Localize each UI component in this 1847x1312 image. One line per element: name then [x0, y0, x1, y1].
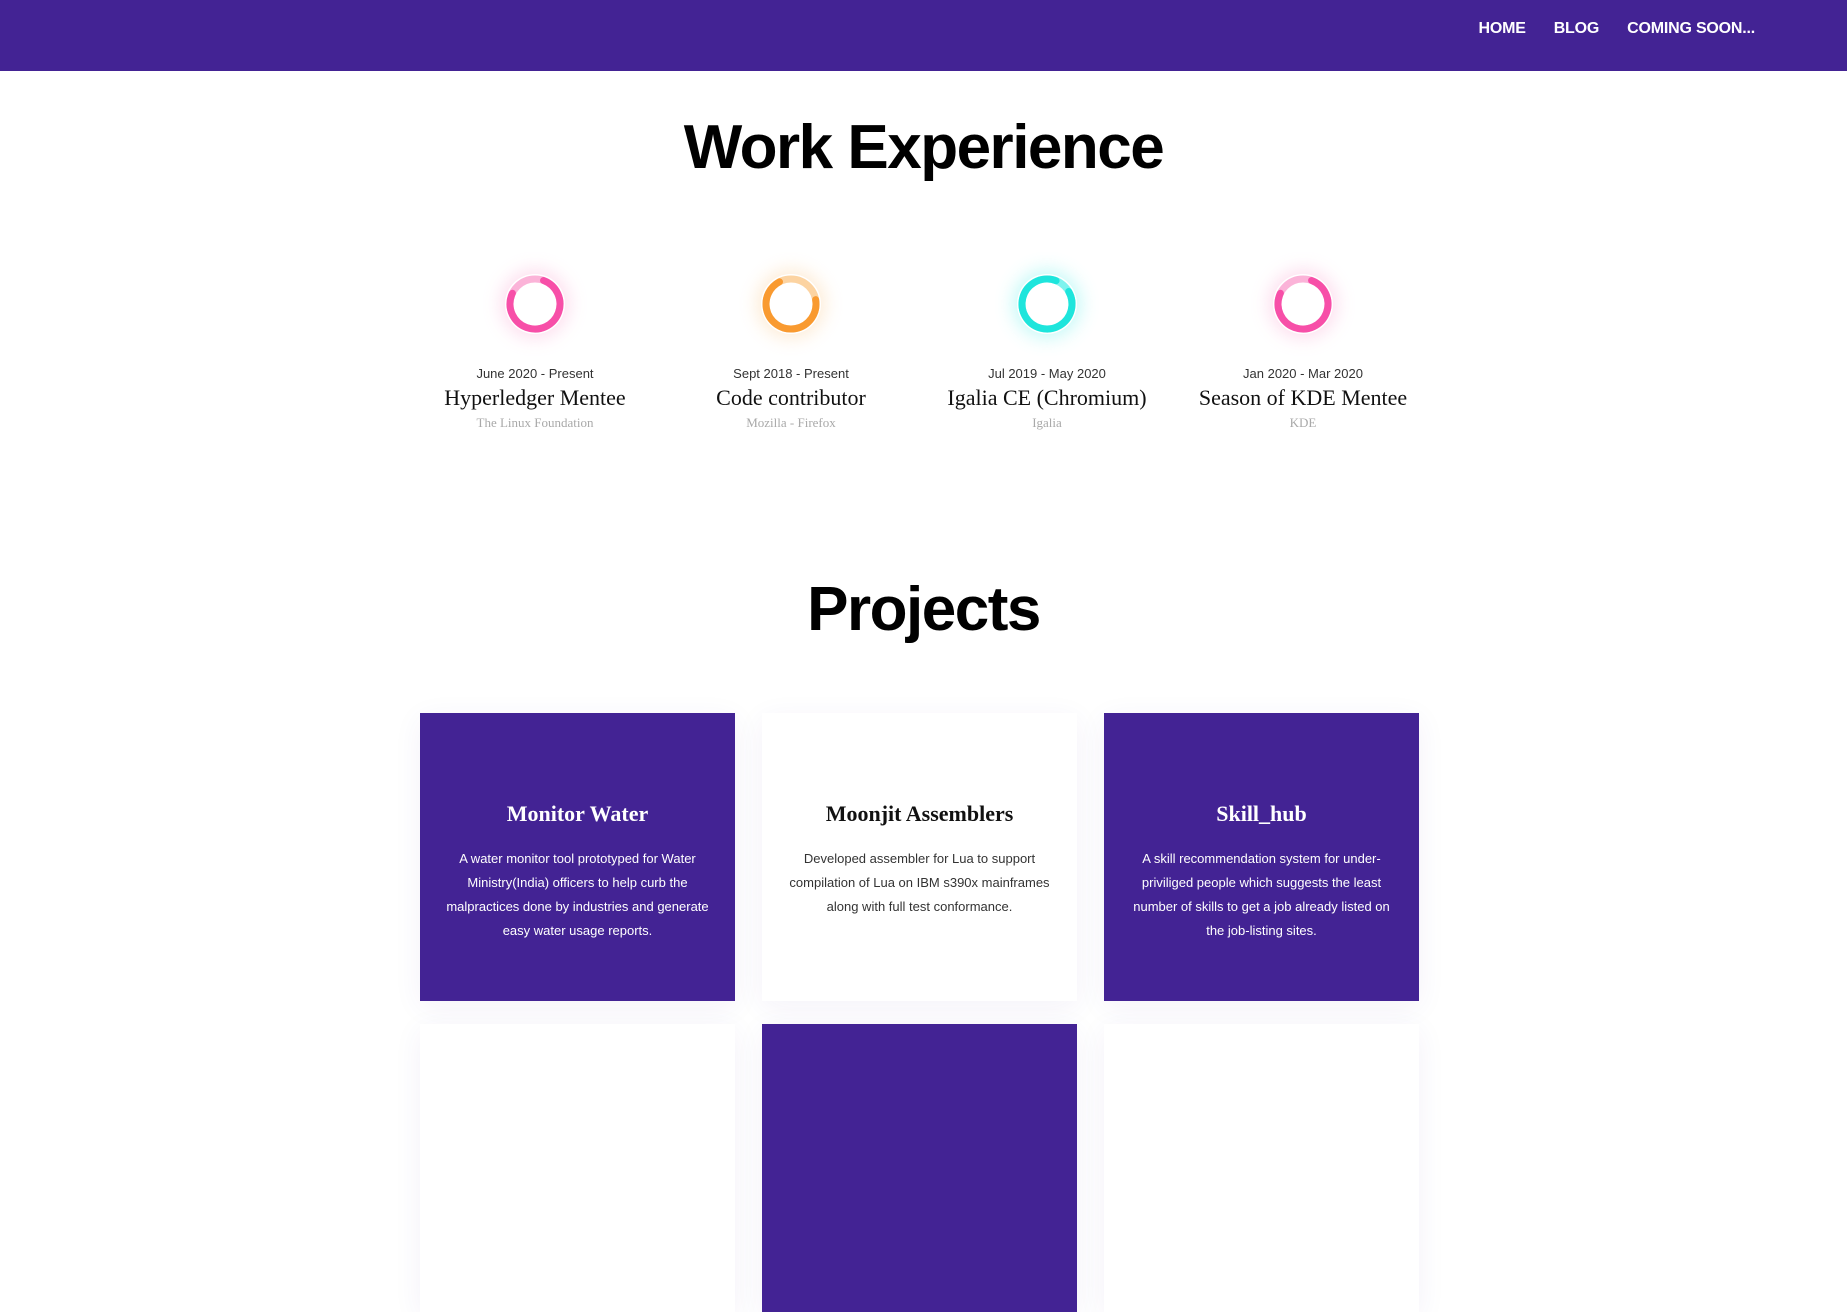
experience-role: Igalia CE (Chromium)	[947, 385, 1147, 410]
experience-organization: Mozilla - Firefox	[746, 415, 836, 430]
top-navbar: HOME BLOG COMING SOON...	[0, 0, 1847, 71]
timeline-ring-icon	[490, 259, 580, 349]
nav-link-coming-soon[interactable]: COMING SOON...	[1627, 20, 1755, 38]
experience-organization: The Linux Foundation	[476, 415, 594, 430]
experience-role: Hyperledger Mentee	[444, 385, 626, 410]
project-title: Monitor Water	[506, 801, 649, 826]
work-experience-title: Work Experience	[683, 113, 1165, 182]
project-card-moonjit-assemblers[interactable]: Moonjit Assemblers Developed assembler f…	[762, 713, 1077, 1001]
project-title: Skill_hub	[1216, 801, 1307, 826]
projects-title: Projects	[807, 575, 1041, 644]
experience-date: Jul 2019 - May 2020	[988, 366, 1106, 381]
experience-item: Jul 2019 - May 2020 Igalia CE (Chromium)…	[919, 259, 1175, 431]
project-title: Moonjit Assemblers	[825, 801, 1014, 826]
project-description: A skill recommendation system for under-…	[1133, 851, 1390, 938]
project-card[interactable]	[762, 1024, 1077, 1312]
experience-date: Jan 2020 - Mar 2020	[1243, 366, 1363, 381]
nav-link-home[interactable]: HOME	[1479, 20, 1526, 38]
timeline-ring-icon	[1002, 259, 1092, 349]
experience-date: Sept 2018 - Present	[733, 366, 849, 381]
timeline-ring-icon	[746, 259, 836, 349]
experience-date: June 2020 - Present	[476, 366, 594, 381]
project-card-skill-hub[interactable]: Skill_hub A skill recommendation system …	[1104, 713, 1419, 1001]
experience-item: June 2020 - Present Hyperledger Mentee T…	[407, 259, 663, 431]
experience-role: Season of KDE Mentee	[1198, 385, 1408, 410]
experience-organization: KDE	[1289, 415, 1317, 430]
project-description: A water monitor tool prototyped for Wate…	[446, 851, 709, 938]
project-description: Developed assembler for Lua to support c…	[789, 851, 1050, 914]
project-card[interactable]	[1104, 1024, 1419, 1312]
experience-role: Code contributor	[716, 385, 866, 410]
project-card-monitor-water[interactable]: Monitor Water A water monitor tool proto…	[420, 713, 735, 1001]
timeline-ring-icon	[1258, 259, 1348, 349]
nav-link-blog[interactable]: BLOG	[1554, 20, 1600, 38]
experience-organization: Igalia	[1032, 415, 1062, 430]
experience-item: Jan 2020 - Mar 2020 Season of KDE Mentee…	[1175, 259, 1431, 431]
project-card[interactable]	[420, 1024, 735, 1312]
experience-item: Sept 2018 - Present Code contributor Moz…	[663, 259, 919, 431]
nav-links: HOME BLOG COMING SOON...	[1479, 0, 1756, 58]
